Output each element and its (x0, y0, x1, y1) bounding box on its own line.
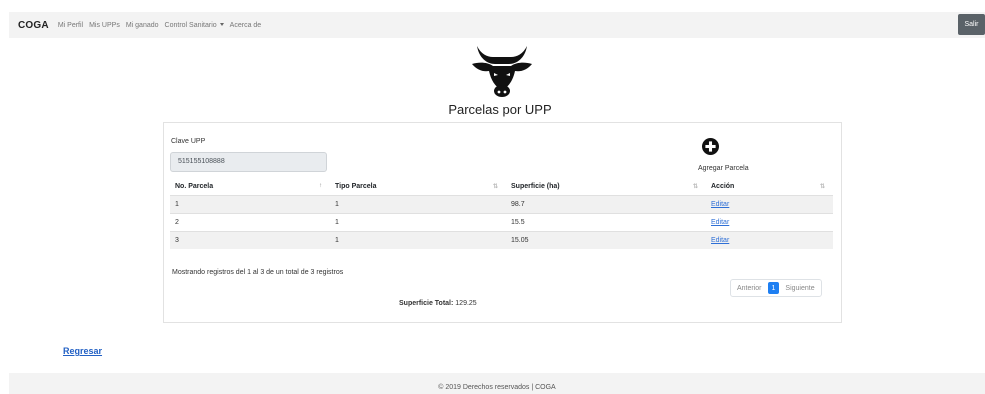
col-header-accion[interactable]: Acción ⇅ (706, 179, 833, 195)
cell-accion: Editar (706, 212, 833, 231)
cell-superficie: 98.7 (506, 194, 706, 213)
add-parcela-label[interactable]: Agregar Parcela (698, 165, 749, 172)
nav-link-mi-perfil[interactable]: Mi Perfil (58, 22, 83, 29)
col-header-label: Tipo Parcela (335, 183, 377, 191)
cell-accion: Editar (706, 194, 833, 213)
cell-superficie: 15.05 (506, 230, 706, 249)
table-row: 2 1 15.5 Editar (170, 212, 833, 231)
cell-accion: Editar (706, 230, 833, 249)
nav-link-mi-ganado[interactable]: Mi ganado (126, 22, 159, 29)
next-page-button[interactable]: Siguiente (779, 280, 820, 296)
sort-icon: ⇅ (492, 184, 498, 190)
edit-link[interactable]: Editar (711, 219, 729, 226)
col-header-tipo-parcela[interactable]: Tipo Parcela ⇅ (330, 179, 506, 195)
table-info-text: Mostrando registros del 1 al 3 de un tot… (172, 269, 344, 276)
nav-link-acerca-de[interactable]: Acerca de (230, 22, 262, 29)
upp-input[interactable]: 515155108888 (170, 152, 327, 172)
pagination: Anterior 1 Siguiente (730, 279, 822, 297)
cell-superficie: 15.5 (506, 212, 706, 231)
col-header-label: Superficie (ha) (511, 183, 560, 191)
logout-button[interactable]: Salir (958, 14, 985, 35)
parcelas-card: Clave UPP 515155108888 Agregar Parcela N… (163, 122, 842, 323)
col-header-no-parcela[interactable]: No. Parcela ↑ (170, 179, 330, 195)
caret-down-icon (219, 23, 224, 27)
current-page-button[interactable]: 1 (767, 282, 780, 294)
edit-link[interactable]: Editar (711, 237, 729, 244)
sort-icon: ⇅ (819, 184, 825, 190)
edit-link[interactable]: Editar (711, 201, 729, 208)
col-header-label: No. Parcela (175, 183, 214, 191)
table-row: 3 1 15.05 Editar (170, 230, 833, 249)
bull-logo-icon (472, 46, 532, 97)
cell-tipo: 1 (330, 194, 506, 213)
col-header-label: Acción (711, 183, 735, 191)
upp-label: Clave UPP (171, 138, 206, 145)
add-circle-icon[interactable] (702, 138, 719, 155)
sort-up-icon: ↑ (319, 183, 322, 189)
table-header-row: No. Parcela ↑ Tipo Parcela ⇅ Superficie (h… (170, 179, 833, 195)
parcelas-table: No. Parcela ↑ Tipo Parcela ⇅ Superficie (h… (170, 179, 833, 249)
total-superficie: Superficie Total: 129.25 (399, 300, 477, 307)
total-value: 129.25 (455, 300, 477, 307)
sort-icon: ⇅ (692, 184, 698, 190)
brand-logo[interactable]: COGA (18, 20, 49, 31)
back-link[interactable]: Regresar (63, 346, 102, 356)
page-title: Parcelas por UPP (448, 102, 552, 117)
navbar: COGA Mi Perfil Mis UPPs Mi ganado Contro… (9, 12, 985, 38)
footer: © 2019 Derechos reservados | COGA (9, 373, 985, 394)
cell-tipo: 1 (330, 230, 506, 249)
nav-dropdown-label: Control Sanitario (164, 21, 217, 29)
nav-link-mis-upps[interactable]: Mis UPPs (89, 22, 120, 29)
col-header-superficie[interactable]: Superficie (ha) ⇅ (506, 179, 706, 195)
nav-links: Mi Perfil Mis UPPs Mi ganado Control San… (58, 22, 267, 29)
prev-page-button[interactable]: Anterior (731, 280, 768, 296)
cell-no: 2 (170, 212, 330, 231)
cell-no: 1 (170, 194, 330, 213)
table-row: 1 1 98.7 Editar (170, 194, 833, 213)
nav-dropdown-control-sanitario[interactable]: Control Sanitario (165, 22, 224, 29)
cell-no: 3 (170, 230, 330, 249)
total-label: Superficie Total: (399, 300, 454, 307)
cell-tipo: 1 (330, 212, 506, 231)
